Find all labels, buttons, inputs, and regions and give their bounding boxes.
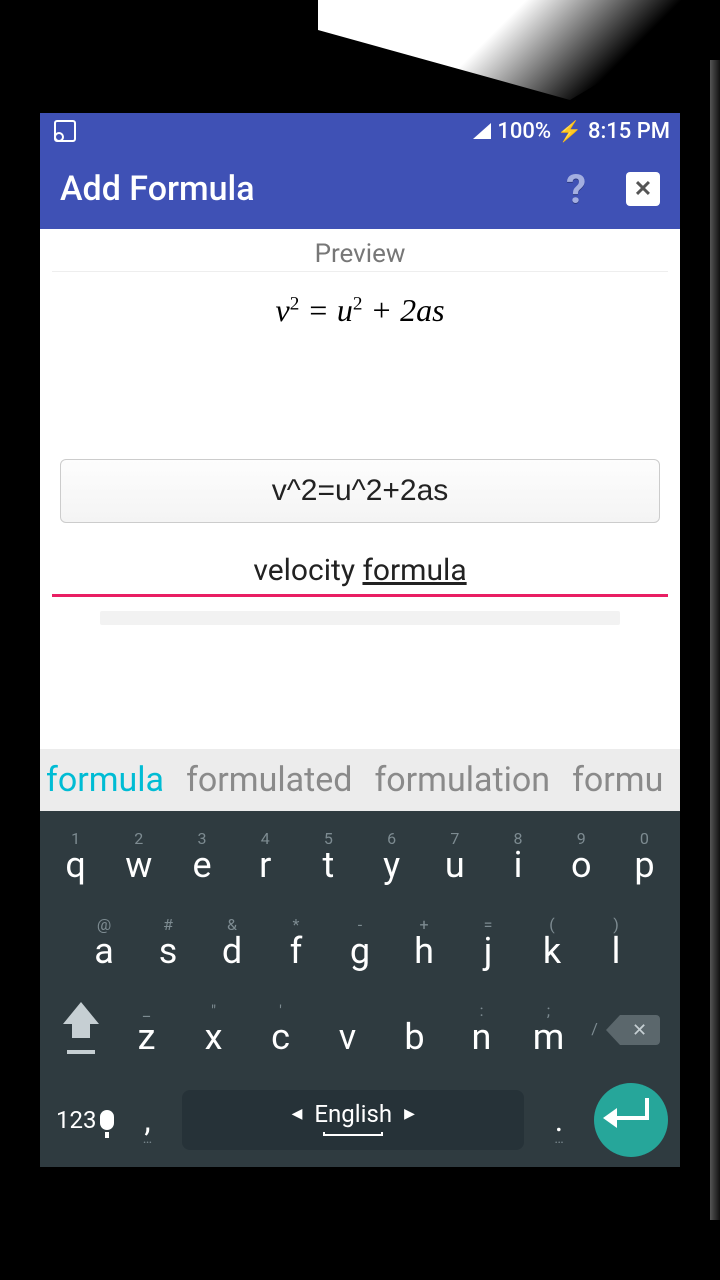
- time-text: 8:15 PM: [588, 119, 670, 144]
- key-y[interactable]: 6y: [360, 817, 423, 899]
- suggestion-3[interactable]: formu: [572, 760, 663, 800]
- space-bar-icon: [323, 1132, 383, 1136]
- key-s[interactable]: #s: [136, 903, 200, 985]
- title-word2: formula: [362, 553, 466, 588]
- preview-formula: v2 = u2 + 2as: [40, 272, 680, 339]
- title-input[interactable]: velocity formula: [52, 553, 668, 588]
- symbols-label: 123: [56, 1106, 96, 1134]
- key-r[interactable]: 4r: [234, 817, 297, 899]
- suggestion-1[interactable]: formulated: [186, 760, 352, 800]
- key-k[interactable]: (k: [520, 903, 584, 985]
- symbols-key[interactable]: 123: [52, 1106, 118, 1134]
- period-key[interactable]: . …: [534, 1101, 584, 1139]
- key-i[interactable]: 8i: [486, 817, 549, 899]
- key-q[interactable]: 1q: [44, 817, 107, 899]
- status-right: 100% ⚡ 8:15 PM: [473, 119, 670, 144]
- key-l[interactable]: )l: [584, 903, 648, 985]
- suggestion-2[interactable]: formulation: [374, 760, 550, 800]
- key-g[interactable]: -g: [328, 903, 392, 985]
- key-z[interactable]: _z: [116, 989, 178, 1071]
- shift-line: [67, 1050, 95, 1054]
- key-e[interactable]: 3e: [170, 817, 233, 899]
- enter-key[interactable]: [594, 1083, 668, 1157]
- comma-key[interactable]: , …: [122, 1101, 172, 1139]
- title-word1: velocity: [253, 553, 362, 588]
- key-row-4: 123 , … ◀ English ▶: [44, 1075, 676, 1157]
- key-d[interactable]: &d: [200, 903, 264, 985]
- phone-frame: 100% ⚡ 8:15 PM Add Formula ? ✕ Preview v…: [0, 0, 720, 1280]
- content-area: Preview v2 = u2 + 2as velocity formula f…: [40, 229, 680, 1167]
- battery-text: 100%: [497, 119, 551, 144]
- key-w[interactable]: 2w: [107, 817, 170, 899]
- key-row-1: 1q 2w 3e 4r 5t 6y 7u 8i 9o 0p: [44, 817, 676, 899]
- key-h[interactable]: +h: [392, 903, 456, 985]
- app-bar: Add Formula ? ✕: [40, 149, 680, 229]
- key-f[interactable]: *f: [264, 903, 328, 985]
- charging-icon: ⚡: [557, 119, 582, 143]
- screen: 100% ⚡ 8:15 PM Add Formula ? ✕ Preview v…: [40, 113, 680, 1167]
- backspace-key[interactable]: ✕: [610, 1015, 670, 1045]
- help-icon[interactable]: ?: [566, 166, 586, 213]
- key-a[interactable]: @a: [72, 903, 136, 985]
- preview-label: Preview: [52, 229, 668, 272]
- image-icon: [54, 120, 76, 142]
- lang-left-icon: ◀: [292, 1106, 303, 1122]
- key-x[interactable]: "x: [183, 989, 245, 1071]
- close-button[interactable]: ✕: [626, 172, 660, 206]
- mic-icon: [100, 1110, 114, 1130]
- status-bar: 100% ⚡ 8:15 PM: [40, 113, 680, 149]
- suggestion-0[interactable]: formula: [46, 760, 164, 800]
- lang-right-icon: ▶: [404, 1106, 415, 1122]
- signal-icon: [473, 123, 491, 139]
- title-input-wrap[interactable]: velocity formula: [52, 553, 668, 597]
- key-row-3: _z "x 'c v b :n ;m / ✕: [44, 989, 676, 1071]
- key-t[interactable]: 5t: [297, 817, 360, 899]
- shift-key[interactable]: [51, 1006, 111, 1054]
- key-slash-hint: /: [585, 1007, 605, 1053]
- key-b[interactable]: b: [384, 989, 446, 1071]
- lang-label: English: [314, 1100, 392, 1128]
- key-row-2: @a #s &d *f -g +h =j (k )l: [44, 903, 676, 985]
- key-u[interactable]: 7u: [423, 817, 486, 899]
- suggestion-bar: formula formulated formulation formu: [40, 749, 680, 811]
- key-o[interactable]: 9o: [550, 817, 613, 899]
- spacer-bar: [100, 611, 620, 625]
- shift-icon: [63, 1002, 99, 1024]
- formula-input[interactable]: [60, 459, 660, 523]
- enter-icon: [613, 1108, 649, 1132]
- page-title: Add Formula: [60, 169, 255, 209]
- key-n[interactable]: :n: [451, 989, 513, 1071]
- key-c[interactable]: 'c: [250, 989, 312, 1071]
- key-p[interactable]: 0p: [613, 817, 676, 899]
- key-j[interactable]: =j: [456, 903, 520, 985]
- frame-side-glare: [710, 60, 720, 1220]
- key-v[interactable]: v: [317, 989, 379, 1071]
- keyboard: 1q 2w 3e 4r 5t 6y 7u 8i 9o 0p @a #s &d *…: [40, 811, 680, 1167]
- space-key[interactable]: ◀ English ▶: [182, 1090, 524, 1150]
- backspace-icon: ✕: [620, 1015, 660, 1045]
- key-m[interactable]: ;m: [518, 989, 580, 1071]
- frame-gloss: [318, 0, 720, 100]
- close-icon: ✕: [634, 177, 652, 202]
